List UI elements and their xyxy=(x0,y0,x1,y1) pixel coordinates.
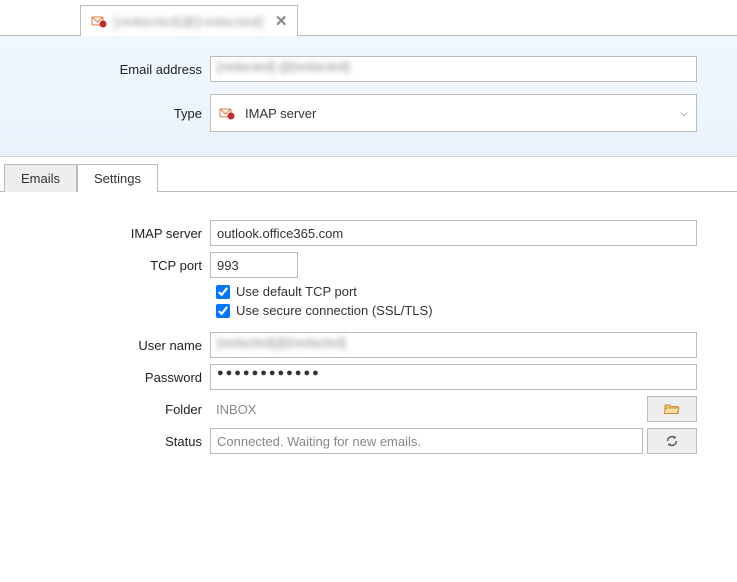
password-label: Password xyxy=(0,370,210,385)
email-address-input[interactable]: [redacted] @[redacted] xyxy=(210,56,697,82)
settings-panel: IMAP server TCP port Use default TCP por… xyxy=(0,192,737,470)
refresh-status-button[interactable] xyxy=(647,428,697,454)
type-label: Type xyxy=(0,106,210,121)
tcp-port-label: TCP port xyxy=(0,258,210,273)
password-input[interactable]: ●●●●●●●●●●●● xyxy=(210,364,697,390)
use-secure-label: Use secure connection (SSL/TLS) xyxy=(236,303,433,318)
use-secure-checkbox[interactable] xyxy=(216,304,230,318)
account-header-panel: Email address [redacted] @[redacted] Typ… xyxy=(0,36,737,157)
refresh-icon xyxy=(665,434,679,448)
account-tab-bar: [redacted]@[redacted] ✕ xyxy=(0,0,737,36)
mail-icon xyxy=(219,105,235,121)
tcp-port-input[interactable] xyxy=(210,252,298,278)
close-icon[interactable]: ✕ xyxy=(275,12,288,30)
status-label: Status xyxy=(0,434,210,449)
content-tabs: Emails Settings xyxy=(0,163,737,192)
type-select[interactable]: IMAP server ⌵ xyxy=(210,94,697,132)
folder-open-icon xyxy=(664,403,680,415)
tab-settings[interactable]: Settings xyxy=(77,164,158,192)
user-name-input[interactable]: [redacted]@[redacted] xyxy=(210,332,697,358)
status-value xyxy=(210,428,643,454)
account-tab-title: [redacted]@[redacted] xyxy=(114,14,264,29)
use-default-port-checkbox[interactable] xyxy=(216,285,230,299)
use-default-port-label: Use default TCP port xyxy=(236,284,357,299)
folder-label: Folder xyxy=(0,402,210,417)
mail-icon xyxy=(91,13,107,29)
user-name-label: User name xyxy=(0,338,210,353)
chevron-down-icon: ⌵ xyxy=(680,108,688,119)
type-select-value: IMAP server xyxy=(245,106,316,121)
account-tab[interactable]: [redacted]@[redacted] ✕ xyxy=(80,5,298,36)
browse-folder-button[interactable] xyxy=(647,396,697,422)
imap-server-input[interactable] xyxy=(210,220,697,246)
folder-value: INBOX xyxy=(210,397,643,422)
imap-server-label: IMAP server xyxy=(0,226,210,241)
tab-emails[interactable]: Emails xyxy=(4,164,77,192)
email-address-label: Email address xyxy=(0,62,210,77)
